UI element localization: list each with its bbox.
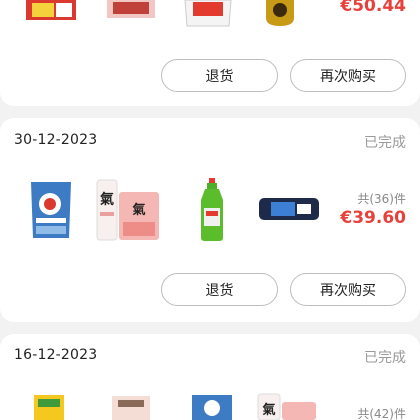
order-date: 16-12-2023 [14,347,98,363]
product-thumbnail-4[interactable] [263,0,297,28]
product-thumbnail-1[interactable] [32,393,66,420]
buy-again-button[interactable]: 再次购买 [290,273,406,306]
product-thumbnail-2[interactable] [110,394,152,420]
order-card-3[interactable]: 16-12-2023 已完成 氣 共(42)件 [0,334,420,420]
order-date: 30-12-2023 [14,132,98,148]
product-thumbnail-3[interactable] [199,178,225,242]
order-total-price: €39.60 [340,208,406,228]
item-count: 共(36)件 [357,192,406,206]
buy-again-button[interactable]: 再次购买 [290,59,406,92]
order-card-1: €50.44 退货 再次购买 [0,0,420,106]
svg-text:氣: 氣 [262,402,275,418]
item-count: 共(42)件 [357,407,406,420]
product-thumbnail-2[interactable] [107,0,155,20]
product-thumbnail-3[interactable] [183,0,233,30]
return-button[interactable]: 退货 [161,59,278,92]
product-thumbnail-4[interactable] [257,196,321,222]
order-status: 已完成 [364,135,406,151]
product-thumbnail-3[interactable] [190,393,234,420]
product-thumbnail-4[interactable]: 氣 [256,392,318,420]
order-total-price: €50.44 [340,0,406,16]
svg-text:氣: 氣 [132,202,145,218]
order-status: 已完成 [364,350,406,366]
svg-text:氣: 氣 [100,191,114,208]
order-card-2[interactable]: 30-12-2023 已完成 氣 氣 共(36)件 €39.60 退货 再次购买 [0,118,420,322]
return-button[interactable]: 退货 [161,273,278,306]
product-thumbnail-1[interactable] [26,0,76,22]
product-thumbnail-2[interactable]: 氣 氣 [95,178,161,242]
product-thumbnail-1[interactable] [28,180,74,240]
